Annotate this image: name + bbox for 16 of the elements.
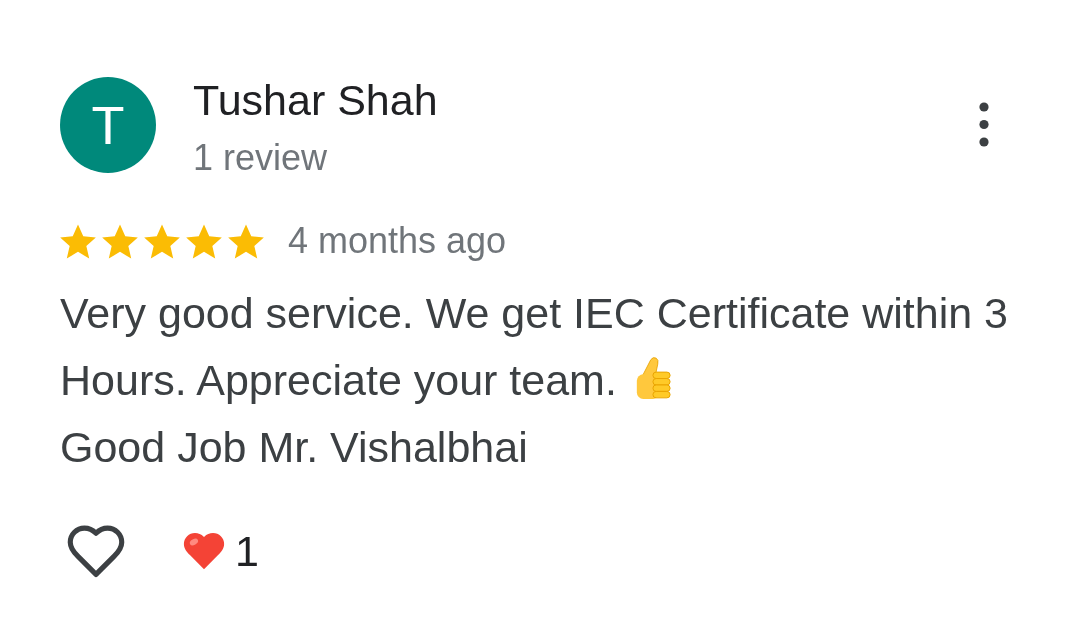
review-time: 4 months ago <box>288 220 507 262</box>
review-text: Hours. Appreciate your team. <box>60 355 617 406</box>
reaction-count: 1 <box>235 526 259 576</box>
avatar: T <box>60 77 156 173</box>
review-text: Good Job Mr. Vishalbhai <box>60 422 528 473</box>
reviewer-name: Tushar Shah <box>193 75 438 125</box>
star-icon <box>60 223 96 259</box>
review-text: Very good service. We get IEC Certificate within 3 <box>60 288 1008 339</box>
star-icon <box>228 223 264 259</box>
review-count: 1 review <box>193 137 328 179</box>
star-icon <box>102 223 138 259</box>
star-icon <box>144 223 180 259</box>
heart-icon[interactable] <box>67 524 125 578</box>
star-icon <box>186 223 222 259</box>
more-options-icon[interactable] <box>979 102 989 147</box>
heart-icon <box>183 532 225 570</box>
